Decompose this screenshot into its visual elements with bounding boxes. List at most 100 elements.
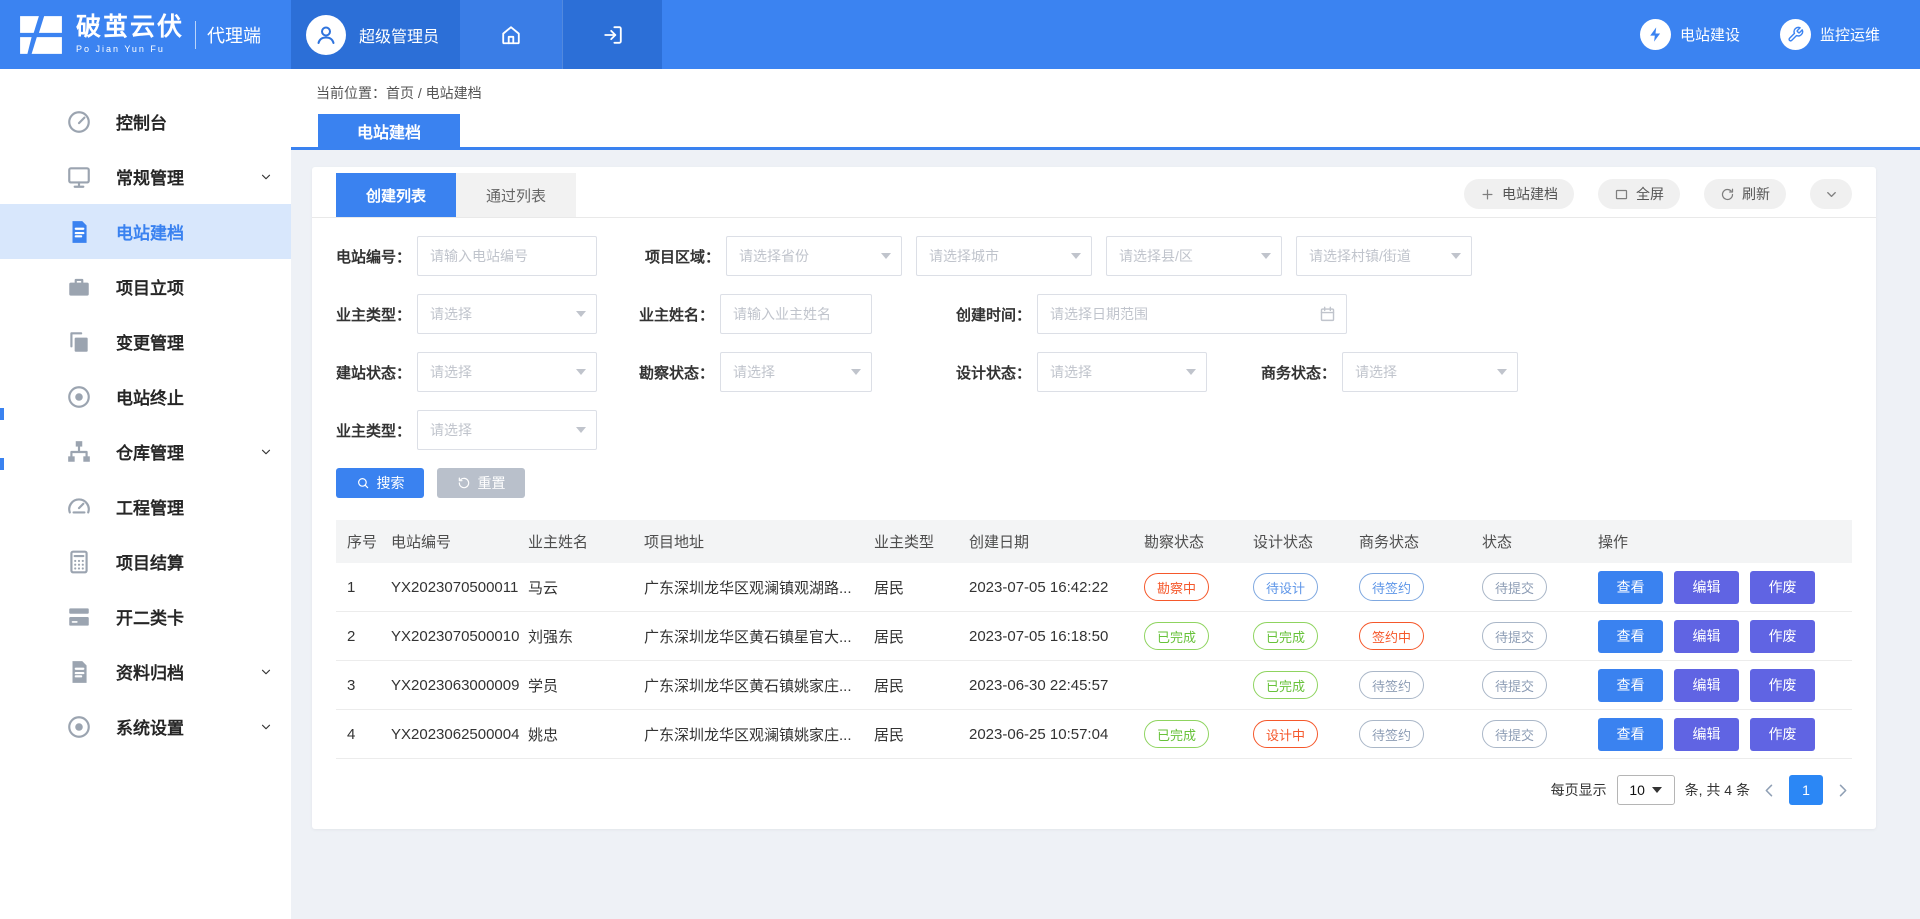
build-status-select[interactable]: 请选择 — [417, 352, 597, 392]
status-badge: 已完成 — [1144, 622, 1209, 650]
sidebar-item-项目结算[interactable]: 项目结算 — [0, 534, 291, 589]
county-select[interactable]: 请选择县/区 — [1106, 236, 1282, 276]
reset-button[interactable]: 重置 — [437, 468, 525, 498]
toolbar-collapse-button[interactable] — [1810, 179, 1852, 209]
city-select[interactable]: 请选择城市 — [916, 236, 1092, 276]
cell-owner: 刘强东 — [528, 626, 644, 647]
logout-icon — [602, 24, 624, 46]
tab-通过列表[interactable]: 通过列表 — [456, 173, 576, 217]
sidebar-item-变更管理[interactable]: 变更管理 — [0, 314, 291, 369]
next-page-button[interactable] — [1833, 781, 1852, 800]
survey-status-select[interactable]: 请选择 — [720, 352, 872, 392]
owner-name-input[interactable] — [720, 294, 872, 334]
row-action-作废[interactable]: 作废 — [1750, 571, 1815, 604]
village-select[interactable]: 请选择村镇/街道 — [1296, 236, 1472, 276]
cell-date: 2023-06-30 22:45:57 — [969, 677, 1144, 694]
sidebar-item-控制台[interactable]: 控制台 — [0, 94, 291, 149]
toolbar-button-刷新[interactable]: 刷新 — [1704, 179, 1786, 209]
cell-no: 2 — [347, 628, 391, 645]
cell-actions: 查看编辑作废 — [1598, 669, 1852, 702]
sidebar-item-电站建档[interactable]: 电站建档 — [0, 204, 291, 259]
placeholder-text: 请选择城市 — [929, 246, 999, 266]
create-time-date-picker[interactable]: 请选择日期范围 — [1037, 294, 1347, 334]
owner-type-select[interactable]: 请选择 — [417, 294, 597, 334]
page-number-button[interactable]: 1 — [1789, 775, 1823, 805]
row-action-编辑[interactable]: 编辑 — [1674, 571, 1739, 604]
chevron-down-icon — [259, 665, 273, 679]
row-action-编辑[interactable]: 编辑 — [1674, 718, 1739, 751]
filter-row: 业主类型：请选择 — [336, 410, 1852, 450]
card-tab-row: 创建列表通过列表 电站建档全屏刷新 — [312, 173, 1876, 218]
filter-row: 电站编号：项目区域：请选择省份请选择城市请选择县/区请选择村镇/街道 — [336, 236, 1852, 276]
cell-no: 3 — [347, 677, 391, 694]
owner-type2-select[interactable]: 请选择 — [417, 410, 597, 450]
row-action-编辑[interactable]: 编辑 — [1674, 620, 1739, 653]
row-action-作废[interactable]: 作废 — [1750, 620, 1815, 653]
tab-创建列表[interactable]: 创建列表 — [336, 173, 456, 217]
per-page-select[interactable]: 10 — [1617, 775, 1675, 805]
design-status-select[interactable]: 请选择 — [1037, 352, 1207, 392]
placeholder-text: 请选择 — [430, 420, 472, 440]
cell-actions: 查看编辑作废 — [1598, 620, 1852, 653]
briefcase-icon — [66, 274, 92, 300]
status-badge: 待提交 — [1482, 720, 1547, 748]
user-menu[interactable]: 超级管理员 — [291, 0, 460, 69]
row-action-编辑[interactable]: 编辑 — [1674, 669, 1739, 702]
topbar-action-监控运维[interactable]: 监控运维 — [1780, 0, 1880, 69]
portal-label: 代理端 — [207, 22, 261, 48]
table-row: 2YX2023070500010刘强东广东深圳龙华区黄石镇星官大...居民202… — [336, 612, 1852, 661]
sidebar-item-工程管理[interactable]: 工程管理 — [0, 479, 291, 534]
topbar-action-label: 电站建设 — [1680, 24, 1740, 45]
placeholder-text: 请选择 — [1355, 362, 1397, 382]
filter-label: 电站编号： — [336, 246, 411, 267]
search-button[interactable]: 搜索 — [336, 468, 424, 498]
sidebar-item-电站终止[interactable]: 电站终止 — [0, 369, 291, 424]
sidebar-item-系统设置[interactable]: 系统设置 — [0, 699, 291, 754]
cell-business-status: 签约中 — [1359, 622, 1482, 650]
toolbar-button-电站建档[interactable]: 电站建档 — [1464, 179, 1574, 209]
sidebar-item-项目立项[interactable]: 项目立项 — [0, 259, 291, 314]
prev-page-button[interactable] — [1760, 781, 1779, 800]
card-toolbar: 电站建档全屏刷新 — [1464, 179, 1852, 217]
project-area-select[interactable]: 请选择省份 — [726, 236, 902, 276]
home-icon — [500, 24, 522, 46]
logout-button[interactable] — [562, 0, 662, 69]
cell-status-status: 待提交 — [1482, 622, 1598, 650]
station-code-input[interactable] — [417, 236, 597, 276]
row-action-查看[interactable]: 查看 — [1598, 620, 1663, 653]
placeholder-text: 请选择县/区 — [1119, 246, 1193, 266]
filter-field-build-status: 建站状态：请选择 — [336, 352, 597, 392]
topbar-right: 超级管理员 电站建设 监控运维 — [291, 0, 1920, 69]
caret-down-icon — [1186, 369, 1196, 375]
refresh-icon — [1720, 187, 1735, 202]
stop-circle-icon — [66, 384, 92, 410]
sidebar-item-常规管理[interactable]: 常规管理 — [0, 149, 291, 204]
row-action-查看[interactable]: 查看 — [1598, 669, 1663, 702]
filter-label: 设计状态： — [956, 362, 1031, 383]
station-table: 序号电站编号业主姓名项目地址业主类型创建日期勘察状态设计状态商务状态状态操作 1… — [336, 520, 1852, 759]
cell-address: 广东深圳龙华区观澜镇观湖路... — [644, 577, 874, 598]
cell-business-status: 待签约 — [1359, 720, 1482, 748]
sidebar-item-开二类卡[interactable]: 开二类卡 — [0, 589, 291, 644]
business-status-select[interactable]: 请选择 — [1342, 352, 1518, 392]
placeholder-text: 请选择日期范围 — [1050, 304, 1148, 324]
reset-button-label: 重置 — [478, 473, 506, 493]
row-action-查看[interactable]: 查看 — [1598, 571, 1663, 604]
toolbar-button-全屏[interactable]: 全屏 — [1598, 179, 1680, 209]
topbar-action-电站建设[interactable]: 电站建设 — [1640, 0, 1740, 69]
cell-type: 居民 — [874, 577, 969, 598]
cell-no: 1 — [347, 579, 391, 596]
cell-design-status: 已完成 — [1253, 671, 1359, 699]
sidebar-item-资料归档[interactable]: 资料归档 — [0, 644, 291, 699]
pv-logo-icon — [18, 14, 64, 56]
brand-divider — [195, 21, 196, 49]
speedometer-icon — [66, 494, 92, 520]
cell-business-status: 待签约 — [1359, 671, 1482, 699]
sidebar-item-仓库管理[interactable]: 仓库管理 — [0, 424, 291, 479]
row-action-查看[interactable]: 查看 — [1598, 718, 1663, 751]
row-action-作废[interactable]: 作废 — [1750, 718, 1815, 751]
row-action-作废[interactable]: 作废 — [1750, 669, 1815, 702]
home-button[interactable] — [460, 0, 562, 69]
page-tab[interactable]: 电站建档 — [318, 114, 460, 147]
status-badge: 待提交 — [1482, 573, 1547, 601]
